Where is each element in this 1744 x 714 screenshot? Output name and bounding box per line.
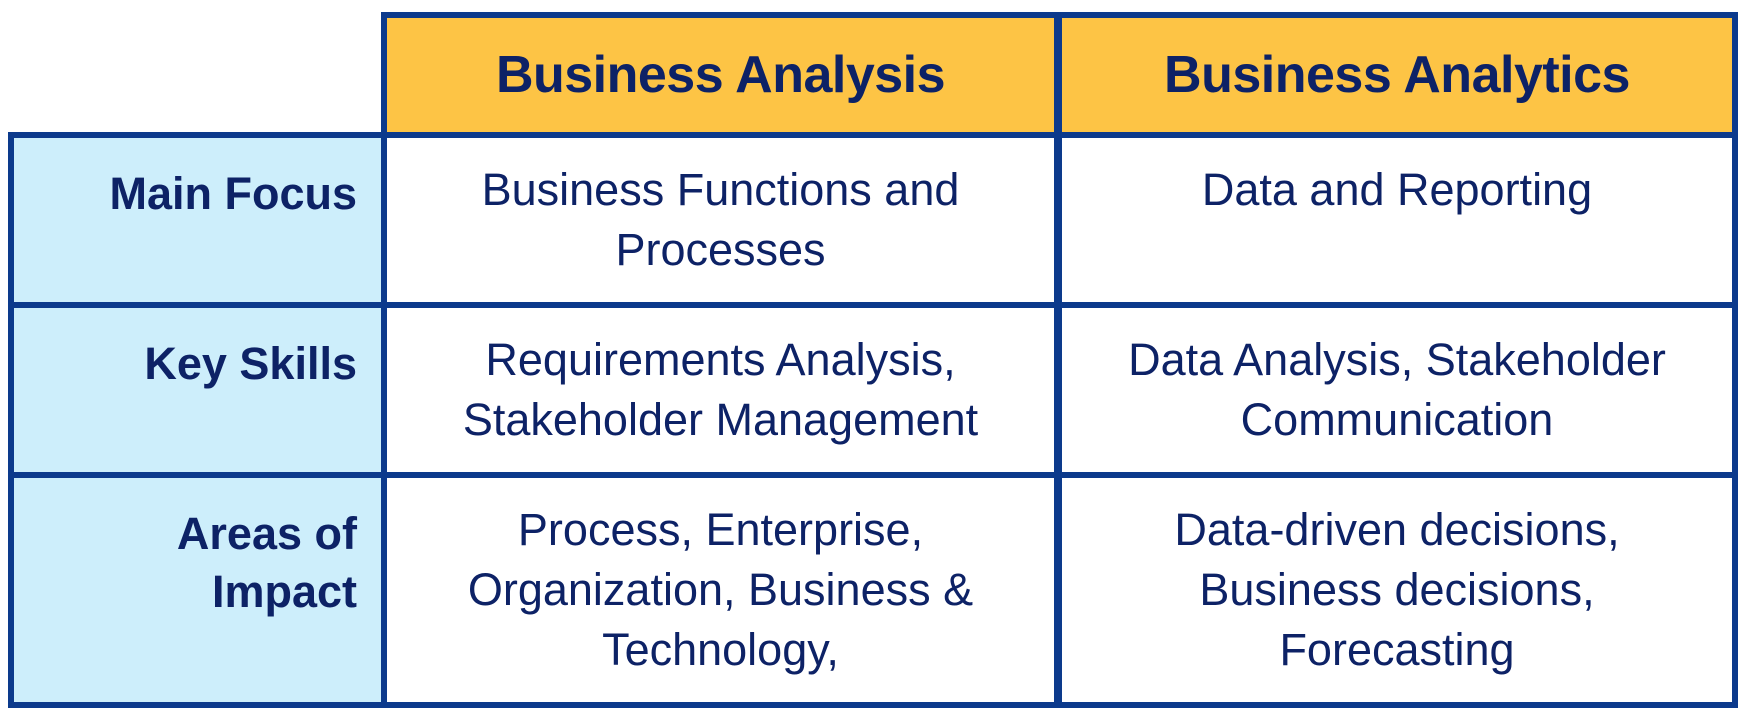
cell-line: Processes: [615, 224, 826, 275]
row-label-line: Main Focus: [109, 168, 357, 219]
cell-line: Business decisions,: [1199, 564, 1595, 615]
cell-line: Process, Enterprise,: [517, 504, 924, 555]
column-header-label: Business Analysis: [495, 46, 946, 104]
cell-line: Data-driven decisions,: [1174, 504, 1620, 555]
cell-line: Technology,: [602, 624, 839, 675]
table-cell: Data-driven decisions, Business decision…: [1056, 472, 1738, 708]
table-cell: Process, Enterprise, Organization, Busin…: [381, 472, 1060, 708]
cell-line: Business Functions and: [481, 164, 960, 215]
row-label-areas-of-impact: Areas of Impact: [8, 472, 387, 708]
column-header-business-analytics: Business Analytics: [1056, 12, 1738, 138]
table-cell: Data and Reporting: [1056, 132, 1738, 308]
cell-line: Data and Reporting: [1201, 164, 1593, 215]
row-label-main-focus: Main Focus: [8, 132, 387, 308]
table-cell: Requirements Analysis, Stakeholder Manag…: [381, 302, 1060, 478]
column-header-label: Business Analytics: [1164, 46, 1630, 104]
cell-line: Data Analysis, Stakeholder: [1128, 334, 1666, 385]
table-cell: Data Analysis, Stakeholder Communication: [1056, 302, 1738, 478]
cell-line: Organization, Business &: [467, 564, 974, 615]
cell-line: Forecasting: [1279, 624, 1515, 675]
row-label-line: Impact: [211, 566, 357, 617]
row-label-line: Areas of: [176, 508, 357, 559]
table-cell: Business Functions and Processes: [381, 132, 1060, 308]
column-header-business-analysis: Business Analysis: [381, 12, 1060, 138]
cell-line: Stakeholder Management: [462, 394, 979, 445]
row-label-key-skills: Key Skills: [8, 302, 387, 478]
row-label-line: Key Skills: [144, 338, 357, 389]
cell-line: Communication: [1240, 394, 1554, 445]
cell-line: Requirements Analysis,: [485, 334, 956, 385]
